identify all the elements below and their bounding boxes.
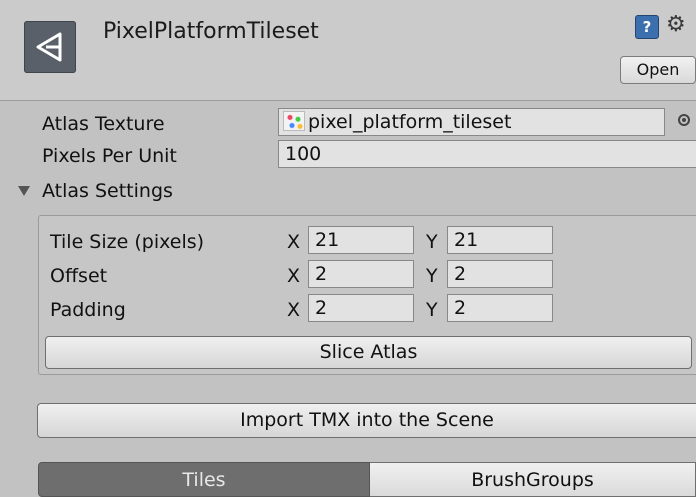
tile-size-x-label: X [287,231,301,253]
offset-y-input[interactable]: 2 [447,260,553,288]
tab-brushgroups[interactable]: BrushGroups [370,462,696,497]
tile-size-label: Tile Size (pixels) [50,231,205,253]
tile-size-x-input[interactable]: 21 [308,226,414,254]
tile-size-y-label: Y [426,231,438,253]
pixels-per-unit-label: Pixels Per Unit [42,145,177,167]
tab-tiles[interactable]: Tiles [38,462,370,497]
texture-thumbnail-icon [283,111,305,131]
padding-x-label: X [287,299,301,321]
asset-title: PixelPlatformTileset [103,19,319,44]
pixels-per-unit-input[interactable]: 100 [278,140,696,168]
object-picker-icon[interactable] [678,114,690,126]
offset-y-label: Y [426,265,438,287]
atlas-texture-field[interactable]: pixel_platform_tileset [278,108,665,136]
foldout-arrow-icon[interactable] [18,186,30,196]
padding-y-input[interactable]: 2 [447,294,553,322]
unity-logo-icon [36,32,62,62]
tile-size-y-input[interactable]: 21 [447,226,553,254]
padding-label: Padding [50,299,126,321]
atlas-texture-label: Atlas Texture [42,113,165,135]
import-tmx-button[interactable]: Import TMX into the Scene [37,403,696,438]
asset-icon [24,21,76,73]
help-icon[interactable]: ? [635,15,659,39]
gear-icon[interactable]: ⚙ [666,12,686,37]
offset-label: Offset [50,265,108,287]
padding-x-input[interactable]: 2 [308,294,414,322]
offset-x-input[interactable]: 2 [308,260,414,288]
inspector-header [0,0,696,101]
slice-atlas-button[interactable]: Slice Atlas [45,336,692,369]
atlas-texture-value: pixel_platform_tileset [308,111,512,133]
atlas-settings-foldout[interactable]: Atlas Settings [42,180,173,202]
offset-x-label: X [287,265,301,287]
padding-y-label: Y [426,299,438,321]
open-button[interactable]: Open [620,56,696,84]
